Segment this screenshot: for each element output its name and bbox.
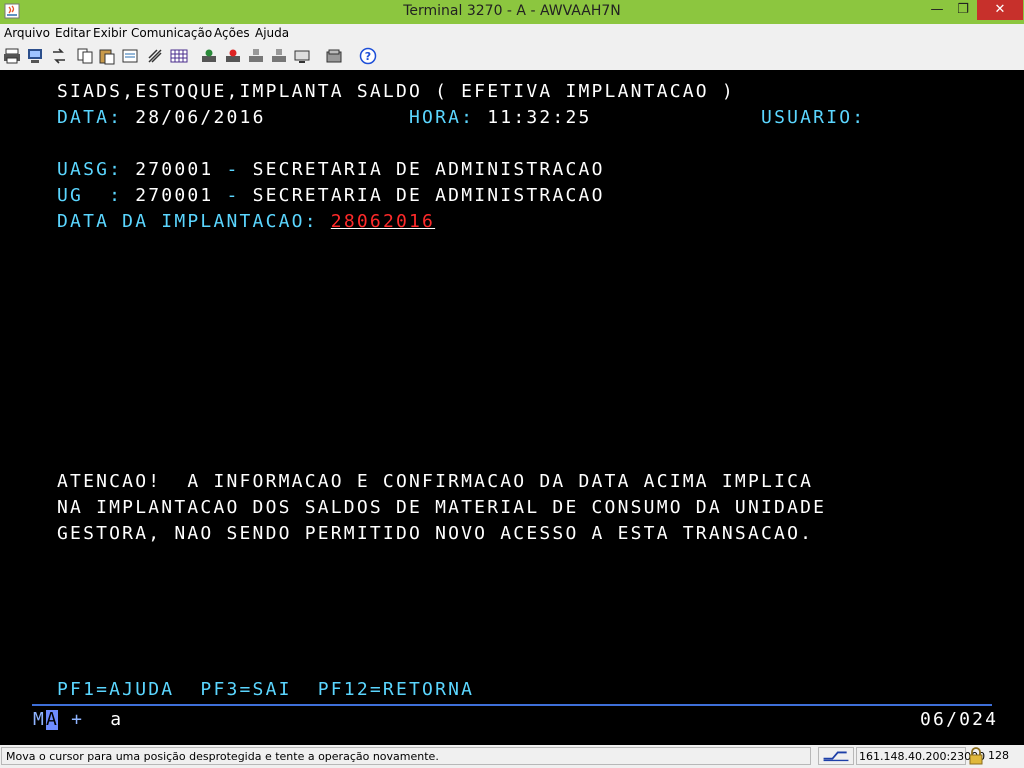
play-macro-icon[interactable] xyxy=(270,47,288,65)
terminal-screen[interactable]: SIADS,ESTOQUE,IMPLANTA SALDO ( EFETIVA I… xyxy=(0,70,1024,745)
implantacao-date-input[interactable]: 28062016 xyxy=(331,211,435,232)
ug-name: SECRETARIA DE ADMINISTRACAO xyxy=(252,185,605,206)
pf-keys-line: PF1=AJUDA PF3=SAI PF12=RETORNA xyxy=(57,679,475,700)
help-icon[interactable]: ? xyxy=(359,47,377,65)
stop-macro-icon[interactable] xyxy=(224,47,242,65)
uasg-separator: - xyxy=(226,159,240,180)
menu-bar: Arquivo Editar Exibir Comunicação Ações … xyxy=(0,24,1024,42)
screen-header: SIADS,ESTOQUE,IMPLANTA SALDO ( EFETIVA I… xyxy=(57,81,735,102)
status-bar: Mova o cursor para uma posição desproteg… xyxy=(0,745,1024,768)
lock-icon xyxy=(968,747,984,765)
hora-value: 11:32:25 xyxy=(487,107,592,128)
ug-label: UG : xyxy=(57,185,123,206)
implantacao-label: DATA DA IMPLANTACAO: xyxy=(57,211,318,232)
oia-m: M xyxy=(33,709,47,730)
warning-line-3: GESTORA, NAO SENDO PERMITIDO NOVO ACESSO… xyxy=(57,523,814,544)
encryption-bits: 128 xyxy=(988,749,1009,762)
ug-separator: - xyxy=(226,185,240,206)
window-title: Terminal 3270 - A - AWVAAH7N xyxy=(403,3,621,19)
cursor-position: 06/024 xyxy=(920,709,999,730)
oia-plus: + xyxy=(71,709,85,730)
macro-icon[interactable] xyxy=(146,47,164,65)
warning-line-2: NA IMPLANTACAO DOS SALDOS DE MATERIAL DE… xyxy=(57,497,827,518)
menu-ajuda[interactable]: Ajuda xyxy=(255,26,289,40)
oia-indicator: MA + a xyxy=(33,710,123,730)
uasg-name: SECRETARIA DE ADMINISTRACAO xyxy=(252,159,605,180)
ug-value: 270001 xyxy=(135,185,214,206)
oia-separator xyxy=(32,704,992,706)
clipboard-icon[interactable] xyxy=(121,47,139,65)
menu-acoes[interactable]: Ações xyxy=(214,26,250,40)
minimize-button[interactable]: — xyxy=(924,0,950,20)
transfer-icon[interactable] xyxy=(50,47,68,65)
maximize-button[interactable]: ❐ xyxy=(950,0,976,20)
usuario-label: USUARIO: xyxy=(761,107,866,128)
settings-icon[interactable] xyxy=(325,47,343,65)
svg-text:?: ? xyxy=(365,50,371,63)
record-macro-icon[interactable] xyxy=(200,47,218,65)
uasg-label: UASG: xyxy=(57,159,123,180)
status-message: Mova o cursor para uma posição desproteg… xyxy=(1,747,811,765)
menu-exibir[interactable]: Exibir xyxy=(93,26,127,40)
data-label: DATA: xyxy=(57,107,123,128)
warning-line-1: ATENCAO! A INFORMACAO E CONFIRMACAO DA D… xyxy=(57,471,814,492)
ug-line: UG : 270001 - SECRETARIA DE ADMINISTRACA… xyxy=(57,186,605,206)
oia-a-block: A xyxy=(46,709,60,730)
toolbar: ? xyxy=(0,43,1024,70)
uasg-value: 270001 xyxy=(135,159,214,180)
connection-icon xyxy=(818,747,854,765)
menu-arquivo[interactable]: Arquivo xyxy=(4,26,50,40)
keypad-icon[interactable] xyxy=(170,47,188,65)
implantacao-line: DATA DA IMPLANTACAO: 28062016 xyxy=(57,212,435,232)
menu-comunicacao[interactable]: Comunicação xyxy=(131,26,212,40)
close-button[interactable]: ✕ xyxy=(977,0,1023,20)
date-time-line: DATA: 28/06/2016 HORA: 11:32:25 USUARIO: xyxy=(57,108,865,128)
display-icon[interactable] xyxy=(293,47,311,65)
copy-icon[interactable] xyxy=(76,47,94,65)
host-address: 161.148.40.200:23000 xyxy=(856,747,985,765)
menu-editar[interactable]: Editar xyxy=(55,26,91,40)
paste-icon[interactable] xyxy=(98,47,116,65)
hora-label: HORA: xyxy=(409,107,475,128)
pause-macro-icon[interactable] xyxy=(247,47,265,65)
print-icon[interactable] xyxy=(3,47,21,65)
oia-mode: a xyxy=(110,709,124,730)
print-screen-icon[interactable] xyxy=(26,47,44,65)
title-bar: Terminal 3270 - A - AWVAAH7N — ❐ ✕ xyxy=(0,0,1024,24)
data-value: 28/06/2016 xyxy=(135,107,266,128)
uasg-line: UASG: 270001 - SECRETARIA DE ADMINISTRAC… xyxy=(57,160,605,180)
